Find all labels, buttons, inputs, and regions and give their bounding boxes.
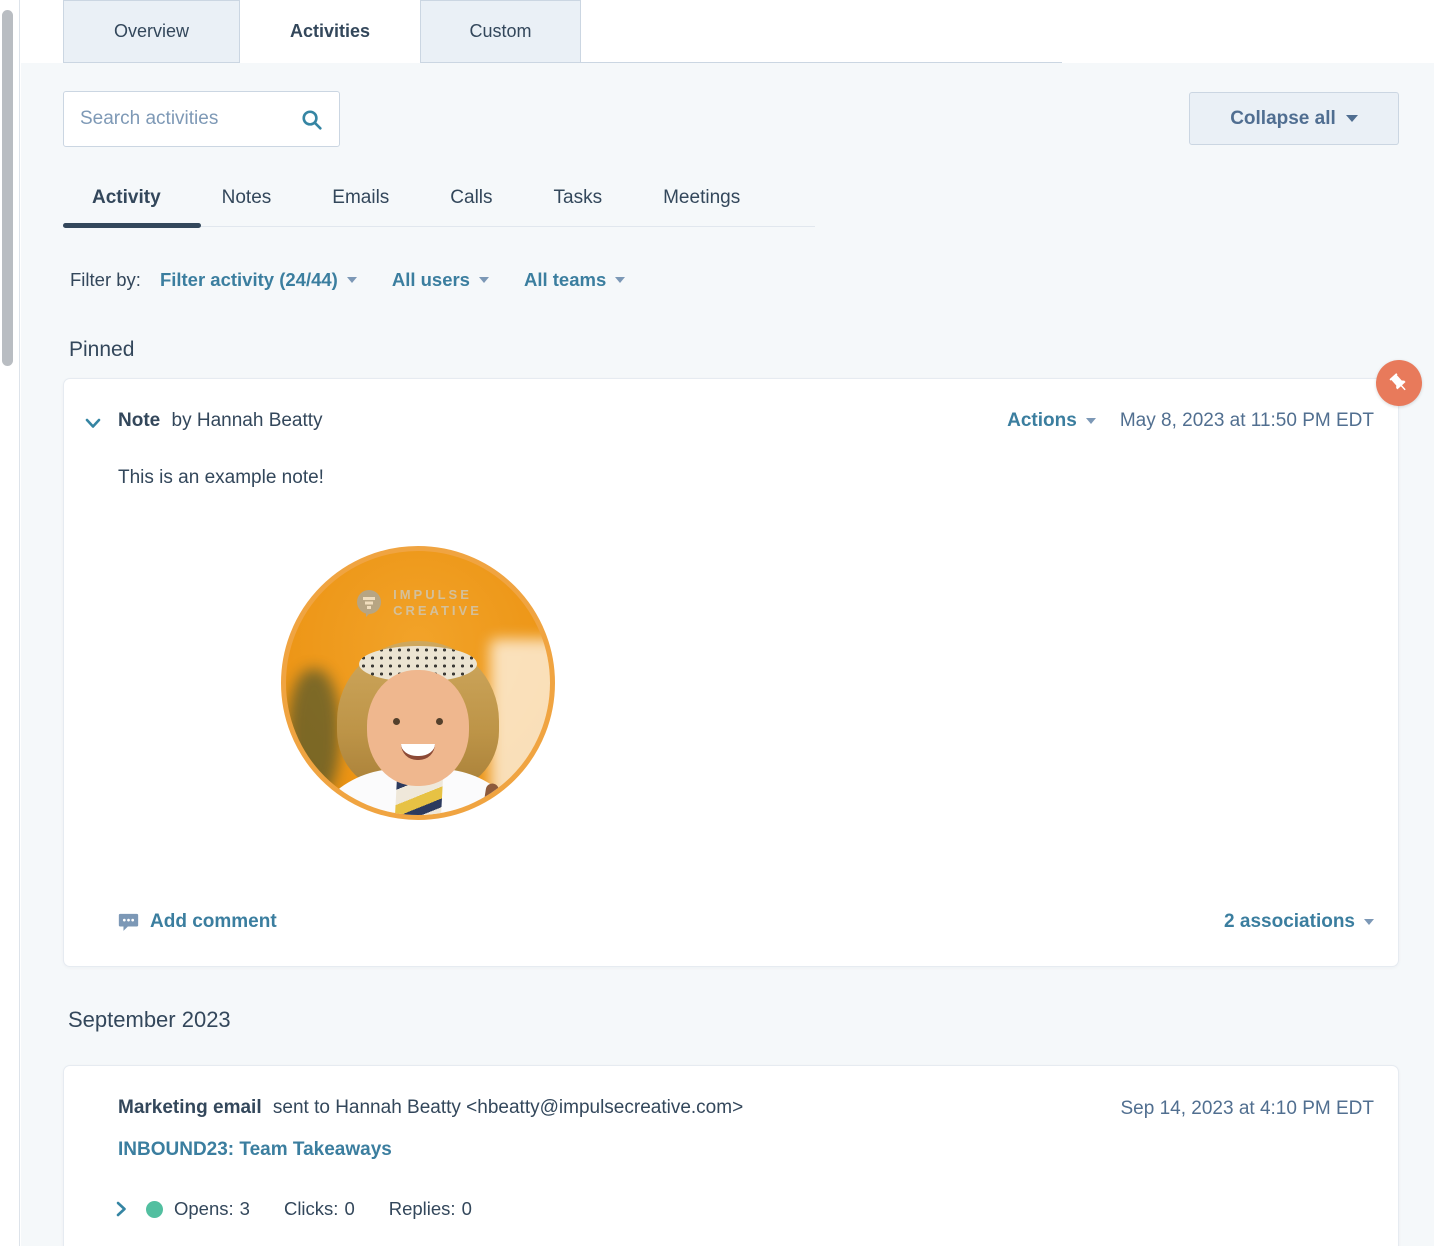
tab-notes[interactable]: Notes [222, 187, 272, 209]
email-stats-row: Opens: 3 Clicks: 0 Replies: 0 [116, 1198, 506, 1220]
chevron-down-icon [1085, 418, 1096, 424]
comment-icon [118, 913, 139, 931]
note-type-label: Note [118, 410, 161, 431]
pinned-heading: Pinned [69, 338, 135, 361]
tab-overview-label: Overview [113, 21, 189, 41]
teams-filter-dropdown[interactable]: All teams [523, 269, 626, 291]
photo-shelf [490, 639, 550, 809]
impulse-creative-logo: IMPULSE CREATIVE [286, 587, 550, 619]
tab-row-divider [581, 62, 1062, 63]
note-title-row: Note by Hannah Beatty [118, 410, 323, 432]
chevron-down-icon [346, 277, 357, 283]
tab-tasks[interactable]: Tasks [554, 187, 603, 209]
search-icon[interactable] [300, 108, 323, 131]
filter-by-label: Filter by: [70, 269, 141, 290]
tab-activities[interactable]: Activities [240, 0, 420, 63]
impulse-logo-icon [357, 590, 382, 617]
scrollbar-thumb[interactable] [2, 10, 13, 366]
email-title-row: Marketing email sent to Hannah Beatty <h… [118, 1097, 743, 1119]
tab-custom[interactable]: Custom [420, 0, 581, 63]
impulse-brand-text: IMPULSE CREATIVE [393, 587, 482, 618]
collapse-all-label: Collapse all [1230, 107, 1336, 129]
tab-overview[interactable]: Overview [63, 0, 240, 63]
tab-calls[interactable]: Calls [450, 187, 492, 209]
email-recipient: sent to Hannah Beatty <hbeatty@impulsecr… [272, 1097, 744, 1118]
chevron-down-icon [615, 277, 626, 283]
search-box[interactable] [63, 91, 340, 147]
active-tab-underline [63, 223, 201, 228]
note-timestamp: May 8, 2023 at 11:50 PM EDT [1119, 410, 1374, 431]
chevron-down-icon [1364, 919, 1374, 925]
pinned-note-card: Note by Hannah Beatty Actions May 8, 202… [63, 378, 1399, 967]
activity-type-tabs: Activity Notes Emails Calls Tasks Meetin… [63, 170, 815, 227]
teams-filter-label: All teams [523, 269, 607, 290]
collapse-note-chevron-icon[interactable] [85, 418, 101, 429]
marketing-email-card: Marketing email sent to Hannah Beatty <h… [63, 1065, 1399, 1246]
note-body: This is an example note! [118, 467, 324, 488]
pin-badge[interactable] [1376, 360, 1422, 406]
tab-activities-label: Activities [289, 21, 371, 41]
search-input[interactable] [80, 108, 292, 130]
stat-clicks: Clicks: 0 [283, 1198, 355, 1219]
tab-meetings[interactable]: Meetings [663, 187, 740, 209]
email-type-label: Marketing email [118, 1097, 262, 1118]
associations-label: 2 associations [1224, 911, 1355, 932]
chevron-down-icon [478, 277, 489, 283]
pushpin-icon [1389, 373, 1406, 391]
tab-activity[interactable]: Activity [92, 187, 161, 209]
delivered-status-dot [146, 1200, 163, 1218]
add-comment-button[interactable]: Add comment [118, 911, 277, 933]
filter-bar: Filter by: Filter activity (24/44) All u… [70, 269, 660, 291]
tab-emails[interactable]: Emails [332, 187, 389, 209]
email-timestamp: Sep 14, 2023 at 4:10 PM EDT [1120, 1098, 1375, 1119]
email-subject-link[interactable]: INBOUND23: Team Takeaways [118, 1139, 392, 1161]
note-byline: by Hannah Beatty [171, 410, 323, 431]
photo-plant [288, 669, 340, 799]
activity-feed-page: Overview Activities Custom Collapse all … [0, 0, 1434, 1246]
associations-dropdown[interactable]: 2 associations [1224, 911, 1374, 933]
actions-dropdown[interactable]: Actions [1007, 410, 1096, 432]
collapse-all-button[interactable]: Collapse all [1189, 92, 1399, 145]
photo-person-face [367, 670, 469, 786]
users-filter-label: All users [391, 269, 470, 290]
tab-custom-label: Custom [469, 21, 532, 41]
actions-label: Actions [1007, 410, 1077, 431]
chevron-down-icon [1345, 115, 1358, 122]
activity-filter-label: Filter activity (24/44) [159, 269, 338, 290]
note-header-right: Actions May 8, 2023 at 11:50 PM EDT [1007, 410, 1374, 432]
add-comment-label: Add comment [150, 911, 277, 932]
scrollbar-track[interactable] [0, 0, 20, 1246]
activity-filter-dropdown[interactable]: Filter activity (24/44) [160, 269, 357, 291]
note-attachment-photo[interactable]: IMPULSE CREATIVE [281, 546, 555, 820]
users-filter-dropdown[interactable]: All users [392, 269, 489, 291]
stat-replies: Replies: 0 [388, 1198, 472, 1219]
month-heading: September 2023 [68, 1007, 231, 1032]
stat-opens: Opens: 3 [174, 1198, 250, 1219]
expand-stats-chevron-icon[interactable] [116, 1201, 127, 1217]
